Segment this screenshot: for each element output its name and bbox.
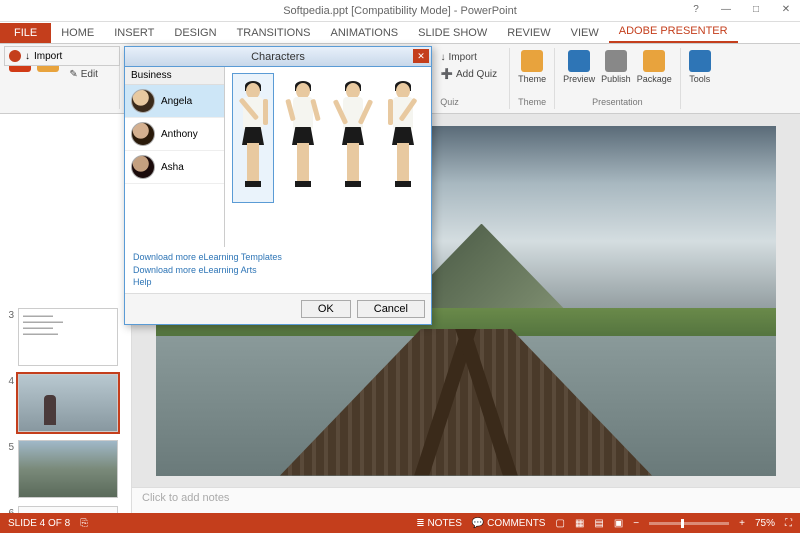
slide-thumbnails[interactable]: 3▬▬▬▬▬▬▬▬▬▬▬▬▬▬▬▬▬▬▬▬▬▬▬▬▬▬▬ 4 5 6 [0, 114, 132, 513]
char-item-anthony[interactable]: Anthony [125, 118, 224, 151]
package-button[interactable]: Package [637, 50, 672, 84]
cancel-button[interactable]: Cancel [357, 300, 425, 318]
import-mini-toolbar: ↓Import [4, 46, 120, 66]
link-arts[interactable]: Download more eLearning Arts [133, 264, 423, 277]
ribbon-tabs: FILE HOME INSERT DESIGN TRANSITIONS ANIM… [0, 22, 800, 44]
slide-counter: SLIDE 4 OF 8 [8, 518, 70, 529]
thumbnail-6[interactable] [18, 506, 118, 513]
tab-animations[interactable]: ANIMATIONS [321, 23, 409, 43]
import-quiz-button[interactable]: ↓ Import [437, 50, 502, 65]
slideshow-view-icon[interactable]: ▣ [614, 518, 623, 529]
pose-1[interactable] [232, 73, 274, 203]
char-item-asha[interactable]: Asha [125, 151, 224, 184]
reading-view-icon[interactable]: ▤ [594, 518, 603, 529]
minimize-icon[interactable]: — [712, 0, 740, 18]
link-templates[interactable]: Download more eLearning Templates [133, 251, 423, 264]
pose-2[interactable] [282, 73, 324, 203]
pose-preview [225, 67, 431, 247]
pose-4[interactable] [382, 73, 424, 203]
tab-file[interactable]: FILE [0, 23, 51, 43]
zoom-out-icon[interactable]: − [633, 518, 639, 529]
group-quiz-label: Quiz [440, 97, 459, 107]
category-business[interactable]: Business [125, 67, 224, 85]
sorter-view-icon[interactable]: ▦ [575, 518, 584, 529]
pose-3[interactable] [332, 73, 374, 203]
dialog-close-icon[interactable]: ✕ [413, 49, 429, 63]
thumbnail-4[interactable] [18, 374, 118, 432]
import-label[interactable]: Import [34, 51, 62, 62]
help-icon[interactable]: ? [682, 0, 710, 18]
window-controls: ? — □ ✕ [682, 0, 800, 18]
dialog-titlebar[interactable]: Characters ✕ [125, 47, 431, 67]
thumbnail-5[interactable] [18, 440, 118, 498]
theme-button[interactable]: Theme [518, 50, 546, 84]
notes-pane[interactable]: Click to add notes [132, 487, 800, 513]
add-quiz-button[interactable]: ➕ Add Quiz [437, 67, 502, 82]
fit-window-icon[interactable]: ⛶ [785, 518, 792, 529]
tools-button[interactable]: Tools [689, 50, 711, 84]
link-help[interactable]: Help [133, 276, 423, 289]
maximize-icon[interactable]: □ [742, 0, 770, 18]
close-icon[interactable]: ✕ [772, 0, 800, 18]
preview-button[interactable]: Preview [563, 50, 595, 84]
tab-design[interactable]: DESIGN [164, 23, 226, 43]
tab-adobe-presenter[interactable]: ADOBE PRESENTER [609, 21, 738, 43]
character-list[interactable]: Business Angela Anthony Asha [125, 67, 225, 247]
record-icon[interactable] [9, 50, 21, 62]
spellcheck-icon[interactable]: ⎘ [80, 518, 88, 529]
tab-home[interactable]: HOME [51, 23, 104, 43]
comments-toggle[interactable]: 💬 COMMENTS [472, 518, 546, 529]
titlebar: Softpedia.ppt [Compatibility Mode] - Pow… [0, 0, 800, 22]
dialog-footer: OK Cancel [125, 293, 431, 324]
dialog-links: Download more eLearning Templates Downlo… [125, 247, 431, 293]
char-item-angela[interactable]: Angela [125, 85, 224, 118]
publish-button[interactable]: Publish [601, 50, 631, 84]
zoom-in-icon[interactable]: + [739, 518, 745, 529]
tab-transitions[interactable]: TRANSITIONS [227, 23, 321, 43]
tab-review[interactable]: REVIEW [497, 23, 560, 43]
ok-button[interactable]: OK [301, 300, 351, 318]
notes-toggle[interactable]: ≣ NOTES [416, 518, 462, 529]
group-presentation-label: Presentation [592, 97, 643, 107]
edit-button[interactable]: ✎ Edit [65, 67, 109, 82]
zoom-slider[interactable] [649, 522, 729, 525]
statusbar: SLIDE 4 OF 8 ⎘ ≣ NOTES 💬 COMMENTS ▢ ▦ ▤ … [0, 513, 800, 533]
dialog-title-text: Characters [251, 51, 305, 63]
normal-view-icon[interactable]: ▢ [555, 518, 564, 529]
tab-insert[interactable]: INSERT [104, 23, 164, 43]
characters-dialog: Characters ✕ Business Angela Anthony Ash… [124, 46, 432, 325]
thumbnail-3[interactable]: ▬▬▬▬▬▬▬▬▬▬▬▬▬▬▬▬▬▬▬▬▬▬▬▬▬▬▬ [18, 308, 118, 366]
zoom-level[interactable]: 75% [755, 518, 775, 529]
tab-slideshow[interactable]: SLIDE SHOW [408, 23, 497, 43]
tab-view[interactable]: VIEW [561, 23, 609, 43]
title-text: Softpedia.ppt [Compatibility Mode] - Pow… [283, 5, 517, 17]
group-theme-label: Theme [518, 97, 546, 107]
